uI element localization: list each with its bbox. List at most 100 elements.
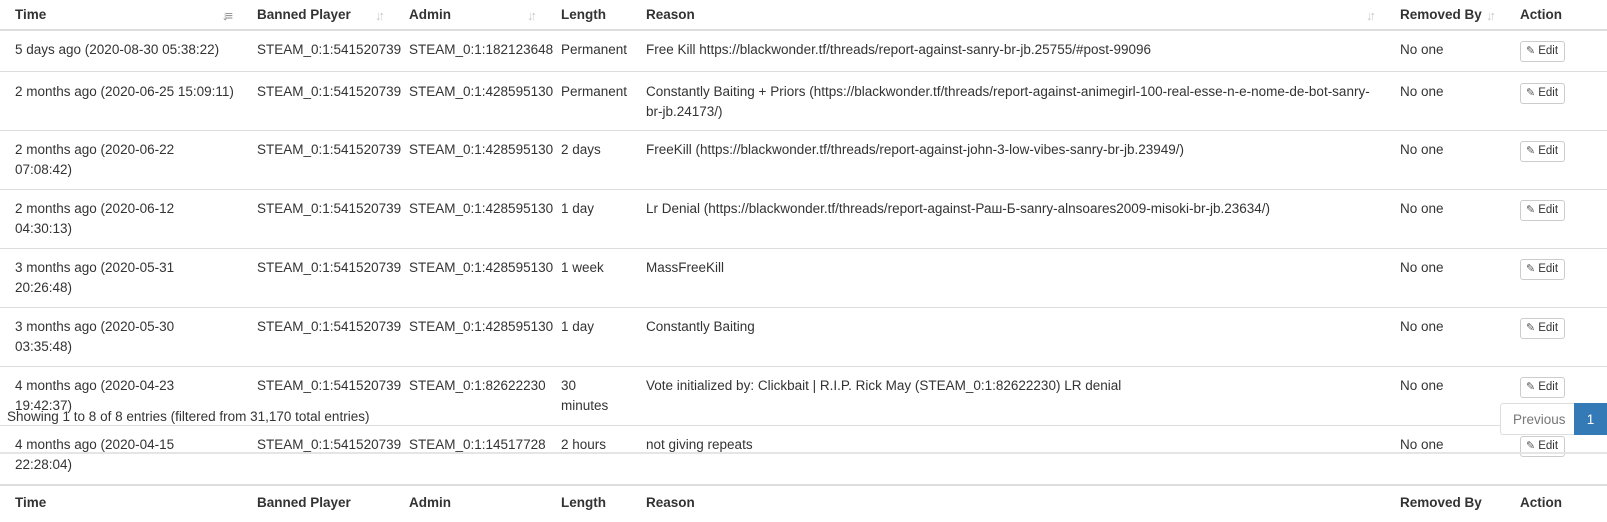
edit-button-label: Edit: [1538, 87, 1559, 99]
cell-reason: MassFreeKill: [631, 248, 1385, 308]
cell-action: ✎ Edit: [1505, 71, 1607, 131]
edit-icon: ✎: [1526, 145, 1536, 157]
foot-header-time: Time: [0, 484, 242, 522]
edit-icon: ✎: [1526, 440, 1536, 452]
cell-admin: STEAM_0:1:82622230: [394, 366, 546, 426]
cell-reason: not giving repeats: [631, 425, 1385, 485]
edit-button-label: Edit: [1538, 45, 1559, 57]
cell-length: Permanent: [546, 71, 631, 131]
cell-length: 1 week: [546, 248, 631, 308]
table-row: 3 months ago (2020-05-30 03:35:48) STEAM…: [0, 307, 1607, 367]
edit-button[interactable]: ✎ Edit: [1520, 377, 1566, 398]
cell-banned-player: STEAM_0:1:541520739: [242, 248, 401, 308]
edit-button-label: Edit: [1538, 381, 1559, 393]
col-header-time-label: Time: [15, 7, 47, 22]
cell-removed-by: No one: [1385, 248, 1505, 308]
cell-removed-by: No one: [1385, 130, 1505, 190]
edit-button[interactable]: ✎ Edit: [1520, 200, 1566, 221]
bans-table: Time ↓≡ Banned Player ↓↑ Admin ↓↑ Length Re…: [0, 0, 1607, 522]
table-row: 4 months ago (2020-04-15 22:28:04) STEAM…: [0, 425, 1607, 485]
sort-both-icon: ↓↑: [527, 8, 537, 23]
cell-action: ✎ Edit: [1505, 248, 1607, 308]
cell-reason: Constantly Baiting: [631, 307, 1385, 367]
col-header-banned-player-label: Banned Player: [257, 7, 351, 22]
cell-reason: FreeKill (https://blackwonder.tf/threads…: [631, 130, 1385, 190]
cell-length: 1 day: [546, 307, 631, 367]
cell-admin: STEAM_0:1:428595130: [394, 189, 553, 249]
edit-icon: ✎: [1526, 322, 1536, 334]
table-row: 2 months ago (2020-06-12 04:30:13) STEAM…: [0, 189, 1607, 249]
pagination: Previous 1: [1500, 403, 1607, 435]
edit-button[interactable]: ✎ Edit: [1520, 83, 1566, 104]
edit-button[interactable]: ✎ Edit: [1520, 318, 1566, 339]
edit-icon: ✎: [1526, 87, 1536, 99]
cell-action: ✎ Edit: [1505, 130, 1607, 190]
edit-icon: ✎: [1526, 204, 1536, 216]
cell-reason: Vote initialized by: Clickbait | R.I.P. …: [631, 366, 1385, 426]
col-header-admin-label: Admin: [409, 7, 451, 22]
cell-admin: STEAM_0:1:14517728: [394, 425, 546, 485]
previous-page-button[interactable]: Previous: [1500, 403, 1575, 435]
cell-reason: Free Kill https://blackwonder.tf/threads…: [631, 29, 1385, 72]
cell-admin: STEAM_0:1:428595130: [394, 248, 553, 308]
col-header-action: Action: [1505, 0, 1607, 31]
col-header-banned-player[interactable]: Banned Player ↓↑: [242, 0, 394, 31]
foot-header-action: Action: [1505, 484, 1607, 522]
edit-button-label: Edit: [1538, 263, 1559, 275]
edit-button[interactable]: ✎ Edit: [1520, 141, 1566, 162]
foot-header-admin: Admin: [394, 484, 546, 522]
col-header-removed-by[interactable]: Removed By ↓↑: [1385, 0, 1505, 31]
col-header-reason-label: Reason: [646, 7, 695, 22]
cell-removed-by: No one: [1385, 425, 1505, 485]
cell-banned-player: STEAM_0:1:541520739: [242, 130, 401, 190]
cell-removed-by: No one: [1385, 189, 1505, 249]
edit-icon: ✎: [1526, 263, 1536, 275]
cell-admin: STEAM_0:1:182123648: [394, 29, 553, 72]
cell-action: ✎ Edit: [1505, 29, 1607, 72]
page-1-button[interactable]: 1: [1574, 403, 1607, 435]
col-header-length-label: Length: [561, 7, 606, 22]
foot-header-reason: Reason: [631, 484, 1385, 522]
table-row: 2 months ago (2020-06-25 15:09:11) STEAM…: [0, 71, 1607, 131]
cell-reason: Lr Denial (https://blackwonder.tf/thread…: [631, 189, 1385, 249]
table-row: 3 months ago (2020-05-31 20:26:48) STEAM…: [0, 248, 1607, 308]
cell-length: 2 days: [546, 130, 631, 190]
cell-banned-player: STEAM_0:1:541520739: [242, 307, 401, 367]
col-header-reason[interactable]: Reason ↓↑: [631, 0, 1385, 31]
table-row: 2 months ago (2020-06-22 07:08:42) STEAM…: [0, 130, 1607, 190]
cell-banned-player: STEAM_0:1:541520739: [242, 189, 401, 249]
table-row: 5 days ago (2020-08-30 05:38:22) STEAM_0…: [0, 29, 1607, 72]
cell-time: 3 months ago (2020-05-31 20:26:48): [0, 248, 242, 308]
cell-banned-player: STEAM_0:1:541520739: [242, 425, 401, 485]
foot-header-length: Length: [546, 484, 631, 522]
edit-button-label: Edit: [1538, 322, 1559, 334]
col-header-removed-by-label: Removed By: [1400, 7, 1482, 22]
entries-info: Showing 1 to 8 of 8 entries (filtered fr…: [7, 409, 370, 424]
edit-button[interactable]: ✎ Edit: [1520, 259, 1566, 280]
cell-removed-by: No one: [1385, 307, 1505, 367]
cell-action: ✎ Edit: [1505, 307, 1607, 367]
bottom-divider: [0, 452, 1607, 454]
cell-time: 4 months ago (2020-04-15 22:28:04): [0, 425, 242, 485]
cell-removed-by: No one: [1385, 29, 1505, 72]
cell-length: 2 hours: [546, 425, 631, 485]
edit-button-label: Edit: [1538, 440, 1559, 452]
sort-desc-active-icon: ↓≡: [221, 8, 233, 23]
cell-time: 2 months ago (2020-06-12 04:30:13): [0, 189, 242, 249]
cell-time: 5 days ago (2020-08-30 05:38:22): [0, 29, 242, 72]
col-header-time[interactable]: Time ↓≡: [0, 0, 242, 31]
edit-button-label: Edit: [1538, 145, 1559, 157]
cell-admin: STEAM_0:1:428595130: [394, 71, 553, 131]
edit-button[interactable]: ✎ Edit: [1520, 41, 1566, 62]
cell-removed-by: No one: [1385, 366, 1505, 426]
cell-admin: STEAM_0:1:428595130: [394, 307, 553, 367]
cell-time: 2 months ago (2020-06-25 15:09:11): [0, 71, 242, 131]
cell-time: 2 months ago (2020-06-22 07:08:42): [0, 130, 242, 190]
cell-admin: STEAM_0:1:428595130: [394, 130, 553, 190]
col-header-admin[interactable]: Admin ↓↑: [394, 0, 546, 31]
cell-reason: Constantly Baiting + Priors (https://bla…: [631, 71, 1385, 131]
cell-action: ✎ Edit: [1505, 189, 1607, 249]
cell-banned-player: STEAM_0:1:541520739: [242, 71, 401, 131]
edit-icon: ✎: [1526, 45, 1536, 57]
table-footer: Time Banned Player Admin Length Reason R…: [0, 484, 1607, 522]
